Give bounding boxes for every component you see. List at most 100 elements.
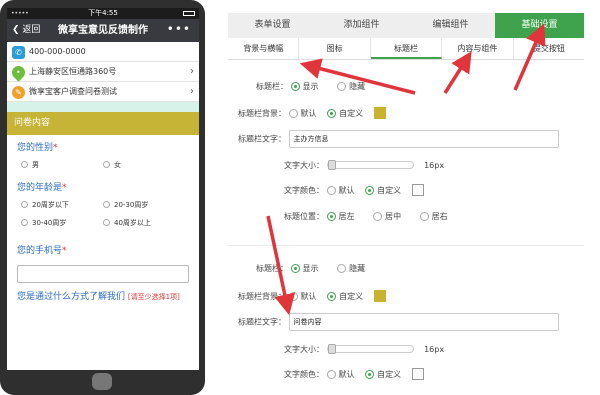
subtab-content-components[interactable]: 内容与组件	[442, 38, 514, 59]
radio-bg-default[interactable]: 默认	[288, 109, 317, 118]
age-options-row2: 30-40周岁 40周岁以上	[7, 215, 199, 237]
option-label: 40周岁以上	[114, 219, 151, 227]
radio-show[interactable]: 显示	[290, 82, 319, 91]
field-label: 文字大小：	[284, 161, 324, 170]
info-row-survey[interactable]: ✎ 微享宝客户调查问卷测试 ›	[7, 82, 199, 102]
radio-color-custom[interactable]: 自定义	[365, 370, 401, 379]
titlebar-toggle-row-2: 标题栏： 显示 隐藏	[256, 263, 365, 274]
radio-color-default[interactable]: 默认	[326, 186, 355, 195]
option-label: 隐藏	[349, 264, 366, 273]
option-label: 居右	[431, 212, 448, 221]
radio-show[interactable]: 显示	[290, 264, 319, 273]
question-mobile: 您的手机号*	[7, 237, 199, 256]
radio-icon	[21, 219, 28, 226]
age-options-row1: 20周岁以下 20-30周岁	[7, 193, 199, 215]
radio-icon	[288, 292, 298, 301]
phone-preview: ••••• 下午4:55 ❮ 返回 微享宝意见反馈制作 ••• ✆ 400-00…	[0, 0, 205, 395]
spacer-band	[7, 102, 199, 112]
chevron-right-icon: ›	[190, 66, 194, 77]
titlebar-text-input[interactable]: 问卷内容	[288, 313, 559, 331]
radio-color-custom[interactable]: 自定义	[365, 186, 401, 195]
subtab-icon[interactable]: 图标	[299, 38, 371, 59]
option-age-under20[interactable]: 20周岁以下	[21, 200, 69, 210]
field-label: 标题栏文字：	[238, 317, 286, 327]
field-label: 文字颜色：	[284, 186, 324, 195]
font-size-slider[interactable]	[326, 160, 414, 170]
bg-color-swatch[interactable]	[373, 107, 386, 119]
radio-pos-right[interactable]: 居右	[419, 212, 448, 221]
radio-bg-custom[interactable]: 自定义	[327, 109, 363, 118]
tab-add-component[interactable]: 添加组件	[317, 13, 406, 38]
radio-icon	[419, 212, 429, 221]
font-size-slider[interactable]	[326, 344, 414, 354]
top-tab-bar: 表单设置 添加组件 编辑组件 基础设置	[228, 13, 584, 38]
mobile-input[interactable]	[17, 265, 189, 283]
titlebar-text-row-1: 标题栏文字： 主办方信息	[238, 130, 559, 148]
phone-screen: ••••• 下午4:55 ❮ 返回 微享宝意见反馈制作 ••• ✆ 400-00…	[7, 8, 199, 370]
more-icon[interactable]: •••	[167, 19, 191, 40]
field-label: 文字大小：	[284, 345, 324, 354]
info-text: 上海静安区恒通路360号	[29, 67, 117, 76]
option-label: 自定义	[339, 292, 364, 301]
option-age-over40[interactable]: 40周岁以上	[103, 218, 151, 228]
info-row-phone[interactable]: ✆ 400-000-0000	[7, 42, 199, 62]
map-pin-icon: •	[9, 63, 28, 82]
option-male[interactable]: 男	[21, 160, 39, 170]
home-button[interactable]	[92, 373, 112, 390]
radio-hide[interactable]: 隐藏	[337, 264, 365, 273]
radio-icon	[103, 219, 110, 226]
radio-pos-left[interactable]: 居左	[326, 212, 355, 221]
info-row-address[interactable]: • 上海静安区恒通路360号 ›	[7, 62, 199, 82]
pen-icon: ✎	[12, 86, 25, 99]
section-title-bar: 问卷内容	[7, 112, 199, 135]
titlebar-toggle-row-1: 标题栏： 显示 隐藏	[256, 81, 365, 92]
tab-edit-component[interactable]: 编辑组件	[406, 13, 495, 38]
subtab-submit-button[interactable]: 提交按钮	[514, 38, 584, 59]
phone-icon: ✆	[12, 46, 25, 59]
font-color-row-2: 文字颜色： 默认 自定义	[284, 368, 424, 380]
question-source: 您是通过什么方式了解我们 [请至少选择1项]	[7, 283, 199, 304]
field-label: 标题栏文字：	[238, 134, 286, 144]
font-color-row-1: 文字颜色： 默认 自定义	[284, 184, 424, 196]
subtab-title-bar[interactable]: 标题栏	[370, 38, 443, 59]
option-age-20-30[interactable]: 20-30周岁	[103, 200, 148, 210]
gender-options: 男 女	[7, 153, 199, 175]
radio-hide[interactable]: 隐藏	[337, 82, 365, 91]
radio-pos-center[interactable]: 居中	[373, 212, 401, 221]
tab-form-settings[interactable]: 表单设置	[228, 13, 317, 38]
option-label: 隐藏	[349, 82, 366, 91]
radio-icon	[288, 109, 298, 118]
radio-bg-default[interactable]: 默认	[288, 292, 317, 301]
titlebar-text-input[interactable]: 主办方信息	[288, 130, 559, 148]
radio-icon	[337, 82, 347, 91]
required-mark: *	[62, 246, 67, 256]
radio-color-default[interactable]: 默认	[326, 370, 355, 379]
radio-checked-icon	[327, 109, 337, 118]
question-age: 您的年龄是*	[7, 175, 199, 193]
subtab-background-banner[interactable]: 背景与横幅	[228, 38, 300, 59]
slider-handle[interactable]	[327, 160, 336, 170]
slider-handle[interactable]	[327, 344, 336, 354]
option-label: 显示	[302, 264, 319, 273]
text-color-swatch[interactable]	[411, 368, 424, 380]
radio-checked-icon	[365, 186, 375, 195]
option-label: 自定义	[339, 109, 364, 118]
radio-checked-icon	[365, 370, 375, 379]
question-label: 您的手机号	[17, 246, 63, 256]
bg-color-swatch[interactable]	[373, 290, 386, 302]
font-size-row-2: 文字大小： 16px	[284, 344, 444, 355]
tab-basic-settings[interactable]: 基础设置	[495, 13, 584, 38]
radio-bg-custom[interactable]: 自定义	[327, 292, 363, 301]
option-label: 显示	[302, 82, 319, 91]
status-bar: ••••• 下午4:55	[7, 8, 199, 19]
font-size-row-1: 文字大小： 16px	[284, 160, 444, 171]
text-color-swatch[interactable]	[411, 184, 424, 196]
radio-icon	[337, 264, 347, 273]
option-label: 默认	[300, 109, 317, 118]
radio-icon	[21, 201, 28, 208]
option-label: 30-40周岁	[32, 219, 67, 227]
radio-checked-icon	[290, 82, 300, 91]
option-age-30-40[interactable]: 30-40周岁	[21, 218, 66, 228]
info-text: 微享宝客户调查问卷测试	[29, 87, 117, 96]
option-female[interactable]: 女	[103, 160, 121, 170]
